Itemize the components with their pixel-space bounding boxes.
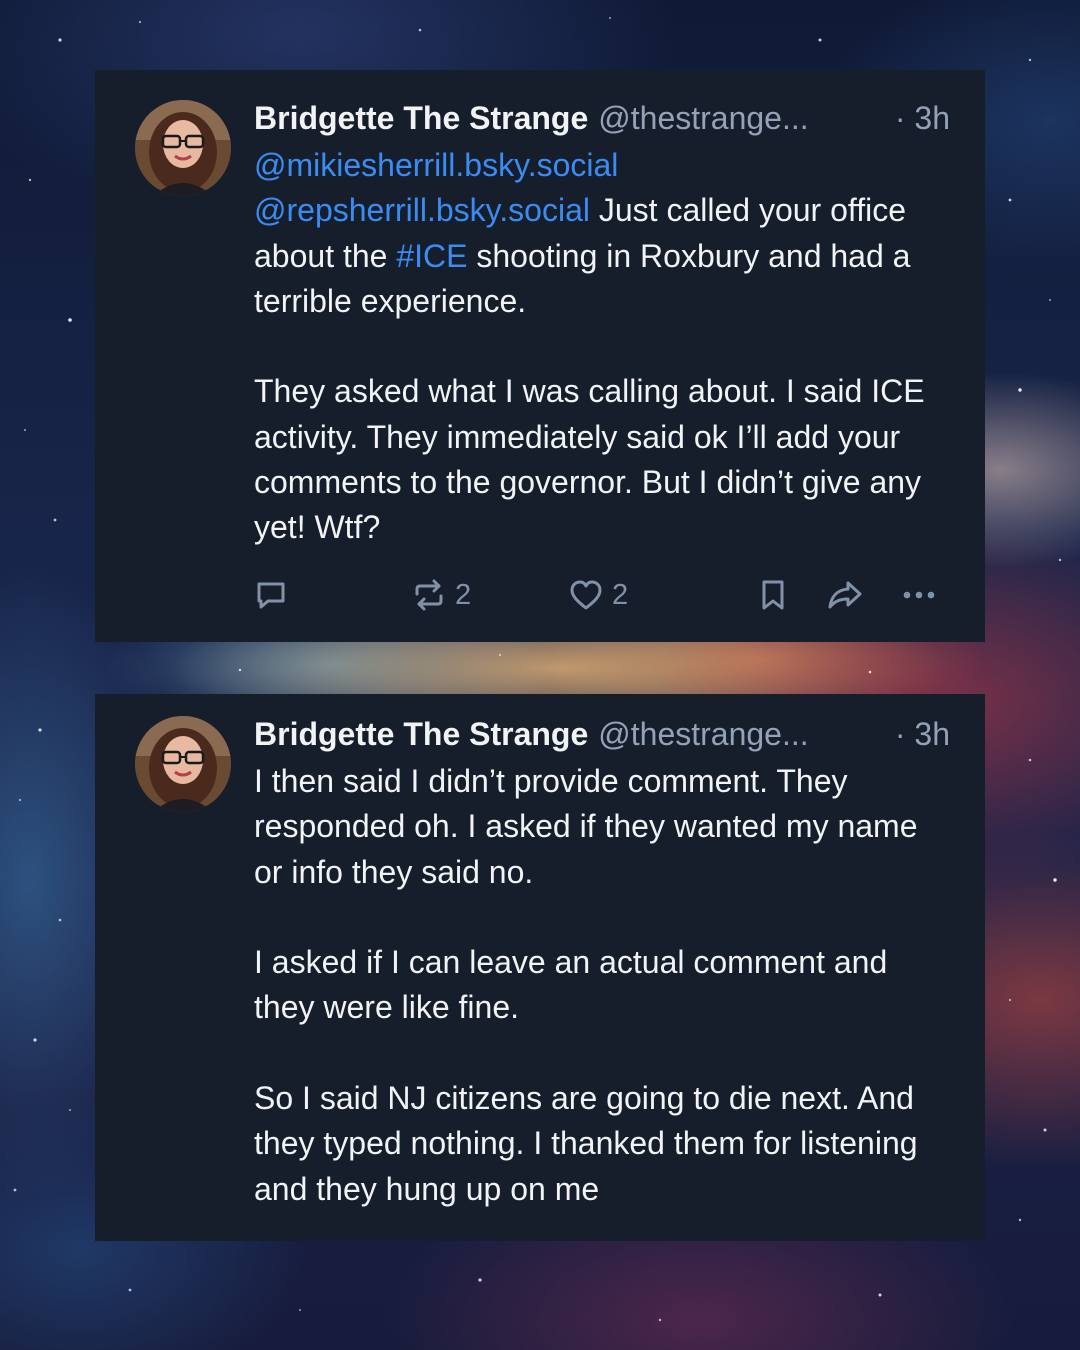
repost-button[interactable]: 2 bbox=[411, 578, 471, 612]
post-actions: 2 2 bbox=[254, 578, 954, 618]
post-paragraph: I asked if I can leave an actual comment… bbox=[254, 944, 888, 1026]
post-timestamp[interactable]: · 3h bbox=[895, 712, 950, 757]
author-handle[interactable]: @thestrange... bbox=[598, 712, 808, 757]
post-paragraph: So I said NJ citizens are going to die n… bbox=[254, 1080, 918, 1207]
reply-button[interactable] bbox=[254, 578, 288, 612]
bookmark-button[interactable] bbox=[758, 578, 788, 612]
repost-count: 2 bbox=[455, 578, 472, 611]
avatar[interactable] bbox=[135, 716, 231, 812]
author-name[interactable]: Bridgette The Strange bbox=[254, 712, 588, 757]
like-count: 2 bbox=[612, 578, 629, 611]
mention-link[interactable]: @repsherrill.bsky.social bbox=[254, 192, 590, 228]
post-header: Bridgette The Strange @thestrange... · 3… bbox=[254, 712, 950, 757]
post-card[interactable]: Bridgette The Strange @thestrange... · 3… bbox=[95, 694, 985, 1241]
share-icon bbox=[828, 581, 862, 609]
avatar-image bbox=[135, 716, 231, 812]
reply-icon bbox=[257, 582, 285, 609]
post-text: I then said I didn’t provide comment. Th… bbox=[254, 759, 950, 1212]
more-icon bbox=[903, 591, 935, 599]
mention-link[interactable]: @mikiesherrill.bsky.social bbox=[254, 147, 618, 183]
share-button[interactable] bbox=[826, 578, 864, 612]
author-name[interactable]: Bridgette The Strange bbox=[254, 96, 588, 141]
avatar-image bbox=[135, 100, 231, 196]
post-header: Bridgette The Strange @thestrange... · 3… bbox=[254, 96, 950, 141]
post-paragraph: I then said I didn’t provide comment. Th… bbox=[254, 763, 918, 890]
heart-icon bbox=[570, 580, 602, 610]
like-button[interactable]: 2 bbox=[568, 578, 628, 612]
repost-icon bbox=[415, 579, 443, 611]
post-paragraph: They asked what I was calling about. I s… bbox=[254, 373, 925, 546]
post-card[interactable]: Bridgette The Strange @thestrange... · 3… bbox=[95, 70, 985, 642]
bookmark-icon bbox=[762, 580, 784, 610]
post-timestamp[interactable]: · 3h bbox=[895, 96, 950, 141]
post-text: @mikiesherrill.bsky.social @repsherrill.b… bbox=[254, 143, 950, 551]
hashtag-link[interactable]: #ICE bbox=[396, 238, 467, 274]
avatar[interactable] bbox=[135, 100, 231, 196]
author-handle[interactable]: @thestrange... bbox=[598, 96, 808, 141]
more-options-button[interactable] bbox=[899, 578, 939, 612]
